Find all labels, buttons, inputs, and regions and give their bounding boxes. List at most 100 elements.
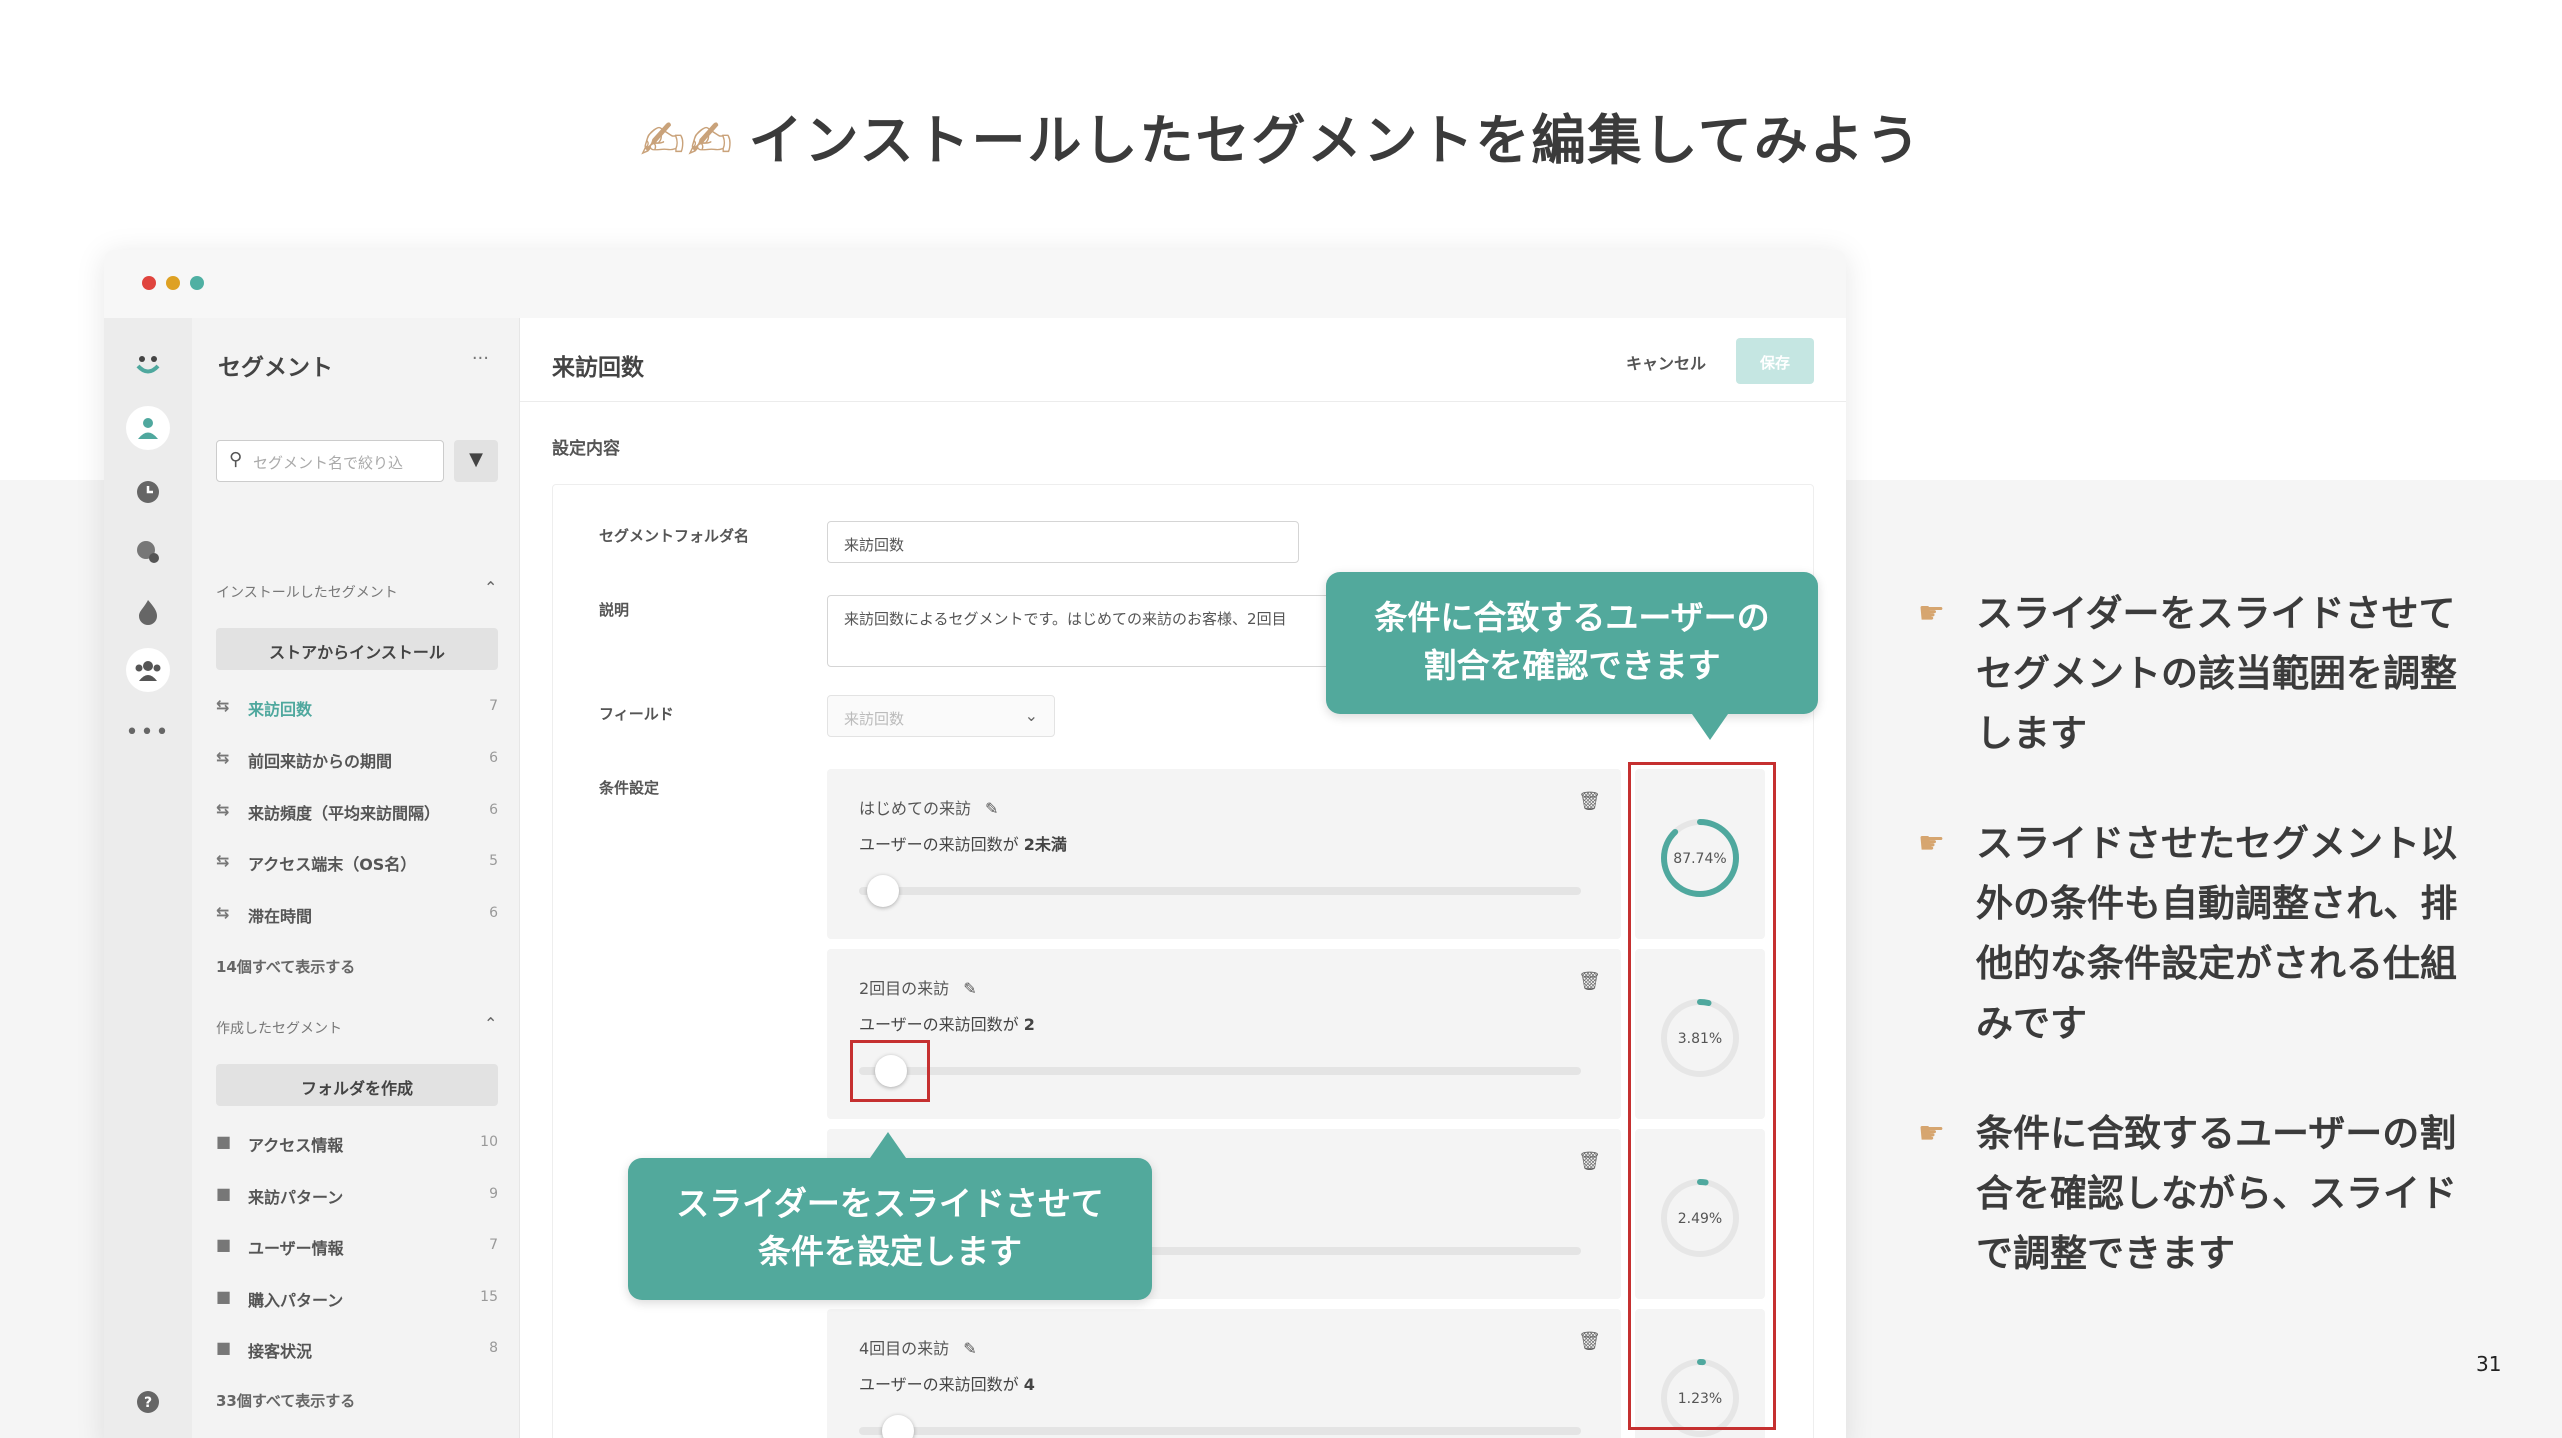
save-button[interactable]: 保存	[1736, 338, 1814, 384]
folder-item-count: 9	[489, 1186, 498, 1202]
pencil-icon[interactable]: ✎	[963, 979, 976, 998]
sidebar-item-count: 6	[489, 802, 498, 818]
bullet-line: スライダーをスライドさせて	[1976, 592, 2456, 635]
sidebar-item-label: 来訪頻度（平均来訪間隔）	[248, 804, 441, 823]
sidebar-item-count: 6	[489, 905, 498, 921]
sidebar-item-label: 前回来訪からの期間	[248, 752, 393, 771]
folders-show-all-link[interactable]: 33個すべて表示する	[216, 1390, 355, 1411]
segment-icon: ⇆	[216, 903, 230, 922]
bullet-point: ☛ スライダーをスライドさせて セグメントの該当範囲を調整 します	[1918, 584, 2478, 764]
description-field[interactable]: 来訪回数によるセグメントです。はじめての来訪のお客様、2回目	[827, 595, 1347, 667]
maximize-window-dot[interactable]	[190, 276, 204, 290]
callout-arrow	[870, 1132, 906, 1158]
slider-callout: スライダーをスライドさせて 条件を設定します	[628, 1132, 1152, 1300]
sidebar-item-count: 5	[489, 853, 498, 869]
condition-slider-track[interactable]	[859, 887, 1581, 895]
users-group-icon[interactable]	[126, 648, 170, 692]
slide-title: ✍✍ インストールしたセグメントを編集してみよう	[0, 96, 2562, 175]
sidebar-item-label: 来訪回数	[248, 700, 313, 719]
pencil-icon[interactable]: ✎	[963, 1339, 976, 1358]
trash-icon[interactable]: 🗑	[1578, 1331, 1601, 1352]
folder-item-purchase-pattern[interactable]: ■ 購入パターン 15	[216, 1285, 498, 1315]
field-select-value: 来訪回数	[844, 710, 905, 728]
pencil-icon[interactable]: ✎	[985, 799, 998, 818]
ratio-callout: 条件に合致するユーザーの 割合を確認できます	[1326, 572, 1818, 740]
callout-arrow	[1692, 714, 1728, 740]
bullet-line: みです	[1976, 1002, 2087, 1045]
user-icon[interactable]	[126, 406, 170, 450]
bullet-line: で調整できます	[1976, 1232, 2235, 1275]
folder-item-service-status[interactable]: ■ 接客状況 8	[216, 1336, 498, 1366]
condition-slider-track[interactable]	[859, 1427, 1581, 1435]
folder-item-access-info[interactable]: ■ アクセス情報 10	[216, 1130, 498, 1160]
clock-icon[interactable]	[126, 470, 170, 514]
close-window-dot[interactable]	[142, 276, 156, 290]
folder-item-user-info[interactable]: ■ ユーザー情報 7	[216, 1233, 498, 1263]
field-select[interactable]: 来訪回数 ⌄	[827, 695, 1055, 737]
pointing-hand-icon: ☛	[1918, 1116, 1945, 1151]
condition-desc: ユーザーの来訪回数が 2未満	[859, 831, 1067, 855]
chevron-up-icon: ⌃	[484, 1014, 498, 1033]
folder-item-visit-pattern[interactable]: ■ 来訪パターン 9	[216, 1182, 498, 1212]
condition-title-text: 2回目の来訪	[859, 979, 950, 998]
condition-card: 2回目の来訪 ✎ ユーザーの来訪回数が 2 🗑	[827, 949, 1621, 1119]
bullet-line: セグメントの該当範囲を調整	[1976, 652, 2457, 695]
trash-icon[interactable]: 🗑	[1578, 1151, 1601, 1172]
folder-icon: ■	[216, 1235, 232, 1254]
search-placeholder: セグメント名で絞り込	[253, 454, 404, 472]
help-icon[interactable]: ?	[126, 1380, 170, 1424]
trash-icon[interactable]: 🗑	[1578, 791, 1601, 812]
filter-button[interactable]: ▼	[454, 440, 498, 482]
slider-thumb[interactable]	[867, 875, 900, 907]
store-install-button[interactable]: ストアからインストール	[216, 628, 498, 670]
description-label: 説明	[599, 601, 630, 619]
bullet-point: ☛ スライドさせたセグメント以 外の条件も自動調整され、排 他的な条件設定がされ…	[1918, 814, 2478, 1054]
folder-item-label: ユーザー情報	[248, 1239, 344, 1258]
flame-icon[interactable]	[126, 590, 170, 634]
folder-icon: ■	[216, 1287, 232, 1306]
folder-icon: ■	[216, 1338, 232, 1357]
installed-show-all-link[interactable]: 14個すべて表示する	[216, 956, 355, 977]
segment-search-input[interactable]: ⚲ セグメント名で絞り込	[216, 440, 444, 482]
search-icon: ⚲	[229, 449, 243, 470]
condition-title: はじめての来訪 ✎	[859, 795, 998, 819]
sidebar-item-visit-frequency[interactable]: ⇆ 来訪頻度（平均来訪間隔） 6	[216, 798, 498, 828]
bullet-point: ☛ 条件に合致するユーザーの割 合を確認しながら、スライド で調整できます	[1918, 1104, 2478, 1284]
more-dots-icon[interactable]: •••	[126, 710, 170, 754]
bullet-line: 条件に合致するユーザーの割	[1976, 1112, 2457, 1155]
sidebar-item-access-device[interactable]: ⇆ アクセス端末（OS名） 5	[216, 849, 498, 879]
condition-slider-track[interactable]	[859, 1067, 1581, 1075]
condition-card: はじめての来訪 ✎ ユーザーの来訪回数が 2未満 🗑	[827, 769, 1621, 939]
created-section-header[interactable]: 作成したセグメント ⌃	[216, 1014, 497, 1038]
bullet-line: 外の条件も自動調整され、排	[1976, 882, 2458, 925]
sidebar-item-visit-count[interactable]: ⇆ 来訪回数 7	[216, 694, 498, 724]
sidebar-item-since-last-visit[interactable]: ⇆ 前回来訪からの期間 6	[216, 746, 498, 776]
installed-section-label: インストールしたセグメント	[216, 585, 398, 601]
chat-user-icon[interactable]	[126, 530, 170, 574]
condition-desc: ユーザーの来訪回数が 4	[859, 1371, 1035, 1395]
condition-title-text: はじめての来訪	[859, 799, 972, 818]
app-logo-icon[interactable]	[126, 342, 170, 386]
segment-icon: ⇆	[216, 696, 230, 715]
slider-thumb[interactable]	[881, 1415, 914, 1438]
bullet-line: 他的な条件設定がされる仕組	[1976, 942, 2457, 985]
condition-desc-text: ユーザーの来訪回数が	[859, 835, 1024, 854]
sidebar-more-button[interactable]: ···	[472, 348, 489, 369]
installed-section-header[interactable]: インストールしたセグメント ⌃	[216, 578, 497, 602]
trash-icon[interactable]: 🗑	[1578, 971, 1601, 992]
slider-highlight-box	[850, 1040, 930, 1102]
create-folder-button[interactable]: フォルダを作成	[216, 1064, 498, 1106]
settings-section-label: 設定内容	[552, 439, 620, 459]
ratio-callout-line2: 割合を確認できます	[1423, 646, 1721, 685]
editor-header: 来訪回数 キャンセル 保存	[520, 318, 1846, 402]
condition-title: 4回目の来訪 ✎	[859, 1335, 977, 1359]
folder-item-label: アクセス情報	[248, 1136, 344, 1155]
pointing-hand-icon: ☛	[1918, 826, 1945, 861]
cancel-button[interactable]: キャンセル	[1626, 350, 1706, 374]
folder-name-field[interactable]: 来訪回数	[827, 521, 1299, 563]
sidebar-item-stay-time[interactable]: ⇆ 滞在時間 6	[216, 901, 498, 931]
minimize-window-dot[interactable]	[166, 276, 180, 290]
bell-icon[interactable]	[126, 1428, 170, 1438]
segment-sidebar: セグメント ··· ⚲ セグメント名で絞り込 ▼ インストールしたセグメント ⌃…	[192, 318, 520, 1438]
folder-name-label: セグメントフォルダ名	[599, 527, 750, 545]
